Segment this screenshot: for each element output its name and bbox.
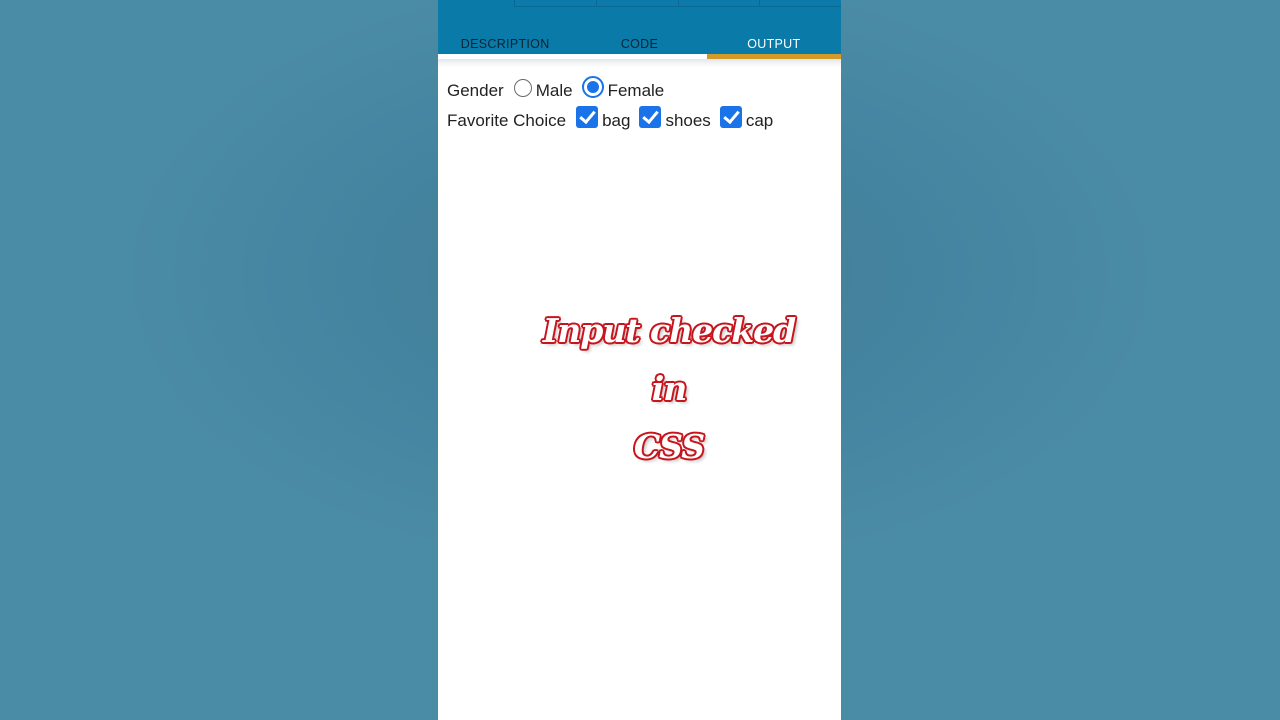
caption-line-1: Input checked in bbox=[542, 311, 796, 408]
tab-description[interactable]: DESCRIPTION bbox=[438, 30, 572, 54]
shoes-checkbox[interactable] bbox=[639, 106, 662, 128]
male-label[interactable]: Male bbox=[536, 81, 573, 101]
female-radio[interactable] bbox=[581, 76, 604, 98]
favorite-label: Favorite Choice bbox=[447, 111, 567, 130]
toolbar-segment[interactable] bbox=[759, 0, 841, 7]
bag-label[interactable]: bag bbox=[602, 111, 630, 131]
favorite-option-shoes[interactable]: shoes bbox=[639, 106, 711, 131]
video-caption-overlay: Input checked in CSS bbox=[534, 302, 804, 476]
shoes-label[interactable]: shoes bbox=[665, 111, 710, 131]
tab-output[interactable]: OUTPUT bbox=[707, 30, 841, 54]
tab-bar: DESCRIPTION CODE OUTPUT bbox=[438, 30, 841, 54]
male-radio[interactable] bbox=[513, 79, 532, 97]
gender-option-male[interactable]: Male bbox=[513, 79, 573, 101]
gender-option-female[interactable]: Female bbox=[581, 76, 665, 101]
favorite-option-bag[interactable]: bag bbox=[576, 106, 630, 131]
app-header: DESCRIPTION CODE OUTPUT bbox=[438, 0, 841, 59]
caption-line-2: CSS bbox=[633, 427, 705, 466]
gender-row: Gender Male Female bbox=[447, 76, 837, 106]
cap-checkbox[interactable] bbox=[719, 106, 742, 128]
cap-label[interactable]: cap bbox=[746, 111, 773, 131]
bag-checkbox[interactable] bbox=[576, 106, 599, 128]
gender-label: Gender bbox=[447, 81, 504, 100]
female-label[interactable]: Female bbox=[608, 81, 665, 101]
toolbar-segment[interactable] bbox=[677, 0, 760, 7]
favorite-row: Favorite Choice bag shoes cap bbox=[447, 106, 837, 136]
phone-screen: DESCRIPTION CODE OUTPUT Gender Male Fema… bbox=[438, 0, 841, 720]
toolbar-segment[interactable] bbox=[595, 0, 678, 7]
top-toolbar-strip bbox=[514, 0, 841, 7]
tab-code[interactable]: CODE bbox=[572, 30, 706, 54]
output-panel: Gender Male Female Favorite Choice bag s… bbox=[447, 76, 837, 136]
toolbar-segment[interactable] bbox=[514, 0, 596, 7]
favorite-option-cap[interactable]: cap bbox=[719, 106, 773, 131]
header-shadow bbox=[438, 59, 841, 67]
